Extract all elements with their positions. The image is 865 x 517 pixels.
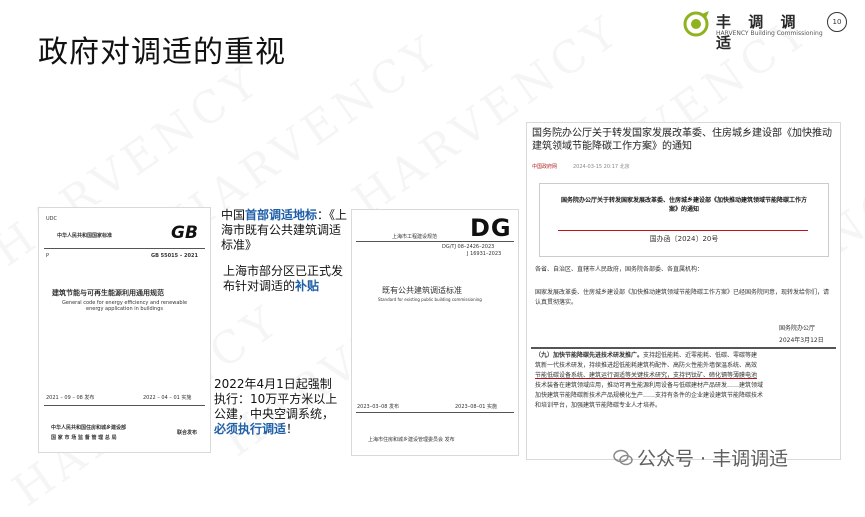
divider (531, 347, 836, 349)
annotation-text: 2022年4月1日起强制执行：10万平方米以上公建，中央空调系统， (214, 377, 338, 421)
wechat-icon (613, 449, 633, 466)
notice-date: 2024年3月12日 (779, 337, 824, 344)
notice-source: 中国政府网 (532, 164, 558, 170)
divider (356, 412, 514, 413)
gb-badge: GB (171, 223, 198, 243)
issuer: 上海市住房和城乡建设管理委员会 发布 (368, 437, 455, 443)
shanghai-spec-header: 上海市工程建设规范 (392, 234, 438, 240)
udc-label: UDC (46, 216, 58, 222)
page-title: 政府对调适的重视 (38, 35, 286, 70)
notice-box-title: 国务院办公厅关于转发国家发展改革委、住房城乡建设部《加快推动建筑领域节能降碳工作… (560, 197, 807, 213)
notice-recipients: 各省、自治区、直辖市人民政府，国务院各部委、各直属机构： (535, 266, 704, 273)
standard-number: DG/TJ 08–2426–2023 (442, 244, 495, 250)
notice-section: （九）加快节能降碳先进技术研发推广。支持超低能耗、近零能耗、低碳、零碳等建 筑新… (535, 351, 835, 411)
standard-number-j: J 16931–2023 (467, 251, 502, 257)
divider (44, 405, 205, 406)
annotation-highlight: 首部调适地标 (245, 208, 318, 222)
standard-title-en: General code for energy efficiency and r… (61, 300, 188, 312)
gb-standard-cover: UDC 中华人民共和国国家标准 GB P GB 55015 – 2021 建筑节… (39, 208, 210, 452)
standard-number: GB 55015 – 2021 (151, 253, 198, 259)
annotation-highlight: 必须执行调适 (214, 422, 287, 436)
issuer-2: 国 家 市 场 监 督 管 理 总 局 (51, 435, 117, 441)
brand-logo: 丰 调 调 适 HARVENCY Building Commissioning (682, 9, 832, 52)
p-label: P (46, 253, 50, 259)
standard-title: 既有公共建筑调适标准 (382, 286, 462, 295)
standard-title: 建筑节能与可再生能源利用通用规范 (52, 289, 164, 297)
annotation-highlight: 补贴 (295, 279, 320, 293)
notice-signature: 国务院办公厅 (779, 325, 816, 332)
dg-logo: DG (470, 214, 512, 242)
logo-subtitle: HARVENCY Building Commissioning (716, 30, 823, 37)
page-number: 10 (827, 12, 847, 32)
section-line: 节能低碳设备系统、建筑运行调适等关键技术研究，支持钙钛矿、碲化镉等薄膜电池 (535, 372, 758, 379)
section-line: 和培训平台，加强建筑节能降碳专业人才培养。 (535, 402, 662, 409)
annotation-mandatory: 2022年4月1日起强制执行：10万平方米以上公建，中央空调系统，必须执行调适！ (214, 377, 342, 437)
annotation-subsidy: 上海市部分区已正式发布针对调适的补贴 (223, 264, 351, 294)
joint-release: 联合发布 (177, 430, 198, 436)
annotation-suffix: ！ (286, 422, 299, 436)
annotation-first-standard: 中国首部调适地标：《上海市既有公共建筑调适标准》 (221, 208, 349, 253)
notice-datetime: 2024-03-15 20:17 北京 (573, 164, 630, 170)
red-divider (558, 230, 808, 231)
wechat-text: 公众号 · 丰调调适 (637, 448, 789, 470)
notice-headline: 国务院办公厅关于转发国家发展改革委、住房城乡建设部《加快推动建筑领域节能降碳工作… (532, 128, 832, 152)
divider (44, 248, 205, 249)
effective-date: 2023–08–01 实施 (455, 404, 498, 410)
notice-box: 国务院办公厅关于转发国家发展改革委、住房城乡建设部《加快推动建筑领域节能降碳工作… (539, 183, 829, 257)
issuer-1: 中华人民共和国住房和城乡建设部 (51, 425, 127, 431)
logo-mark-icon (683, 11, 709, 37)
effective-date: 2022 – 04 – 01 实施 (143, 395, 192, 401)
issue-date: 2021 – 09 – 08 发布 (46, 395, 95, 401)
section-line: 支持超低能耗、近零能耗、低碳、零碳等建 (643, 352, 758, 359)
national-standard-header: 中华人民共和国国家标准 (57, 233, 113, 239)
annotation-prefix: 中国 (221, 208, 246, 222)
issue-date: 2023–03–08 发布 (357, 404, 400, 410)
section-title: （九）加快节能降碳先进技术研发推广。 (535, 352, 644, 359)
notice-body: 国家发展改革委、住房城乡建设部《加快推动建筑领域节能降碳工作方案》已经国务院同意… (535, 289, 830, 306)
state-council-notice: 国务院办公厅关于转发国家发展改革委、住房城乡建设部《加快推动建筑领域节能降碳工作… (527, 123, 840, 459)
dg-standard-cover: DG 上海市工程建设规范 DG/TJ 08–2426–2023 J 16931–… (352, 210, 518, 455)
section-line: 筑新一代技术研发，持续推进超低能耗建筑构配件、高防火性能外墙保温系统、高效 (535, 362, 758, 369)
section-line: 加快建筑节能降碳新技术产品规模化生产……支持有条件的企业建设建筑节能降碳技术 (535, 392, 764, 399)
notice-doc-number: 国办函〔2024〕20号 (649, 235, 719, 243)
section-line: 技术装备在建筑领域应用，推动可再生能源利用设备与低碳建材产品研发……建筑领域 (535, 382, 764, 389)
wechat-watermark: 公众号 · 丰调调适 (613, 444, 788, 471)
annotation-text: 上海市部分区已正式发布针对调适的 (223, 264, 344, 293)
divider (356, 241, 514, 242)
standard-title-en: Standard for existing public building co… (378, 297, 482, 302)
